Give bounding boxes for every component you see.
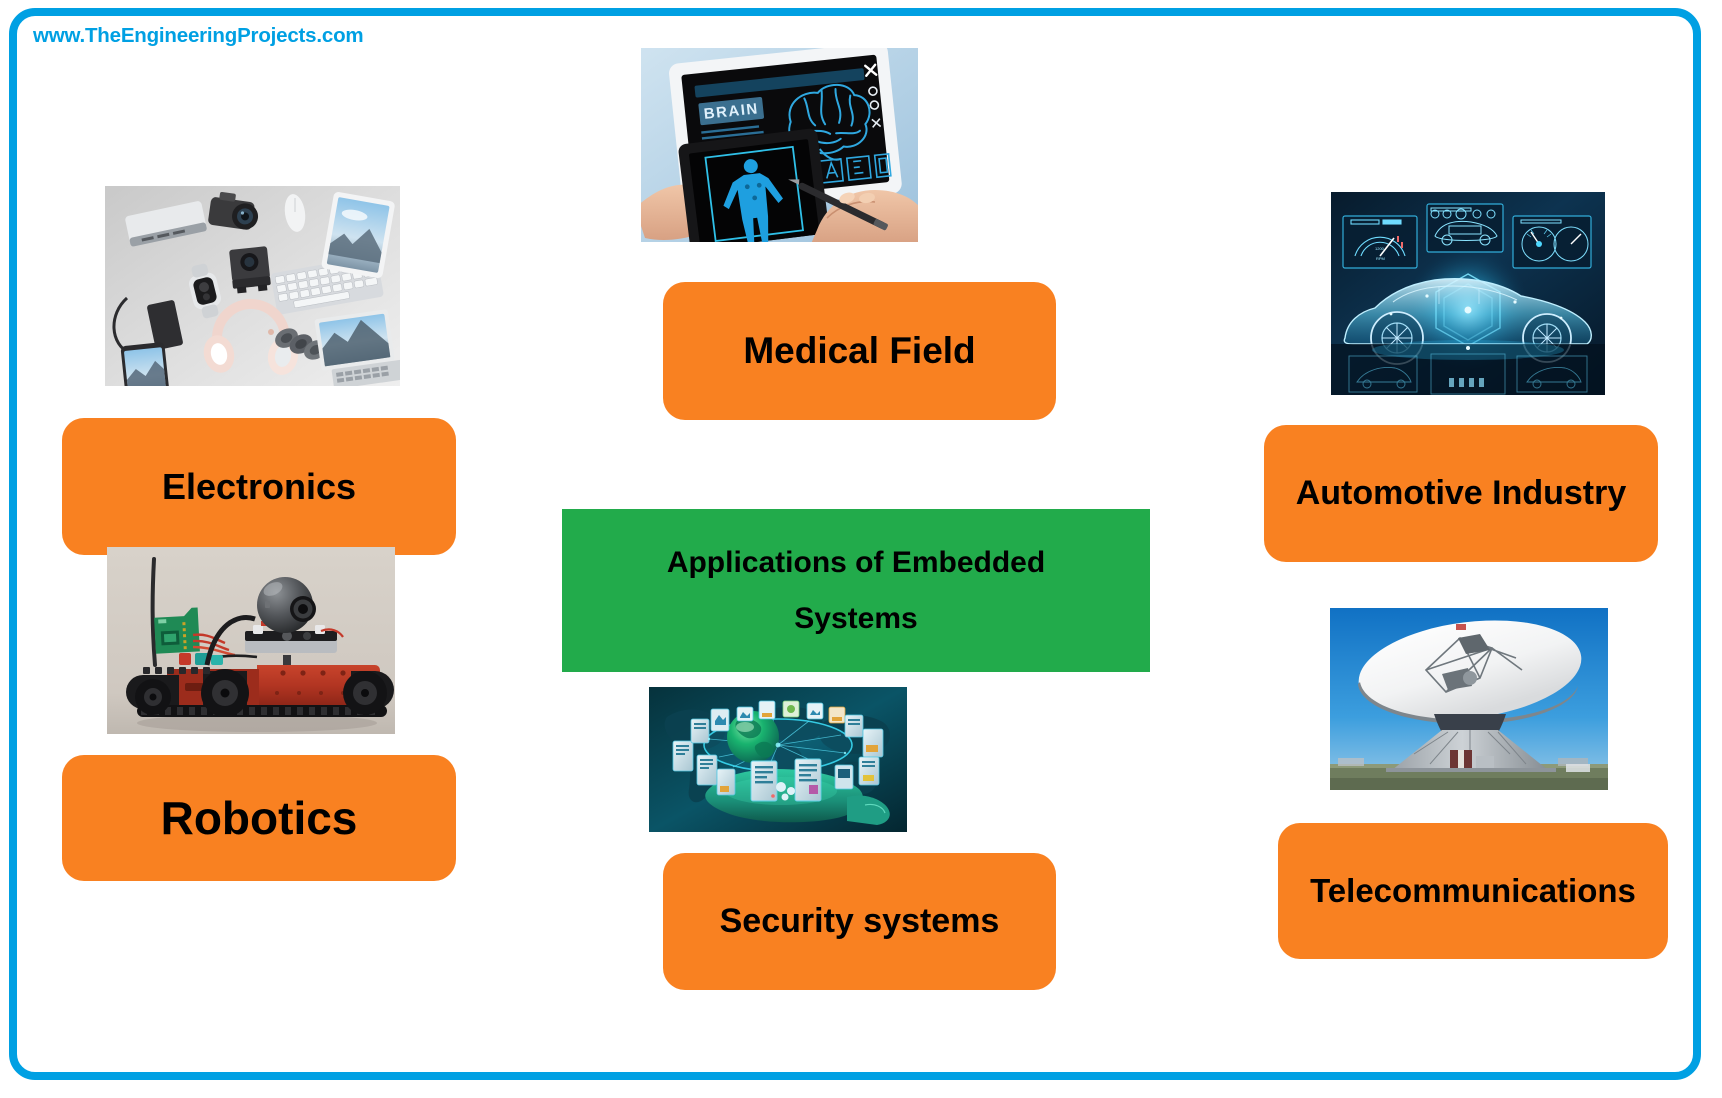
electronics-gadgets-photo <box>105 186 400 386</box>
label-security-systems-text: Security systems <box>719 901 1000 940</box>
label-automotive-industry[interactable]: Automotive Industry <box>1264 425 1658 562</box>
label-robotics[interactable]: Robotics <box>62 755 456 881</box>
tracked-robot-photo <box>107 547 395 734</box>
infographic-canvas: www.TheEngineeringProjects.com Electroni… <box>0 0 1722 1098</box>
svg-text:RPM: RPM <box>1376 256 1385 261</box>
label-medical-field-text: Medical Field <box>743 329 976 371</box>
label-telecommunications-text: Telecommunications <box>1310 871 1636 909</box>
label-electronics-text: Electronics <box>161 465 357 507</box>
label-telecommunications[interactable]: Telecommunications <box>1278 823 1668 959</box>
satellite-dish-photo <box>1330 608 1608 790</box>
network-cloud-photo <box>649 687 907 832</box>
label-medical-field[interactable]: Medical Field <box>663 282 1056 420</box>
center-title-line-2: Systems <box>794 601 918 635</box>
holographic-car-photo: 1200 RPM <box>1331 192 1605 395</box>
site-watermark: www.TheEngineeringProjects.com <box>33 24 364 47</box>
svg-text:1200: 1200 <box>1375 246 1385 251</box>
label-electronics[interactable]: Electronics <box>62 418 456 555</box>
label-robotics-text: Robotics <box>160 791 358 844</box>
center-title-line-1: Applications of Embedded <box>666 545 1046 579</box>
medical-tablet-photo: BRAIN <box>641 48 918 242</box>
label-automotive-industry-text: Automotive Industry <box>1295 473 1627 512</box>
label-security-systems[interactable]: Security systems <box>663 853 1056 990</box>
center-title-box: Applications of Embedded Systems <box>562 509 1150 672</box>
